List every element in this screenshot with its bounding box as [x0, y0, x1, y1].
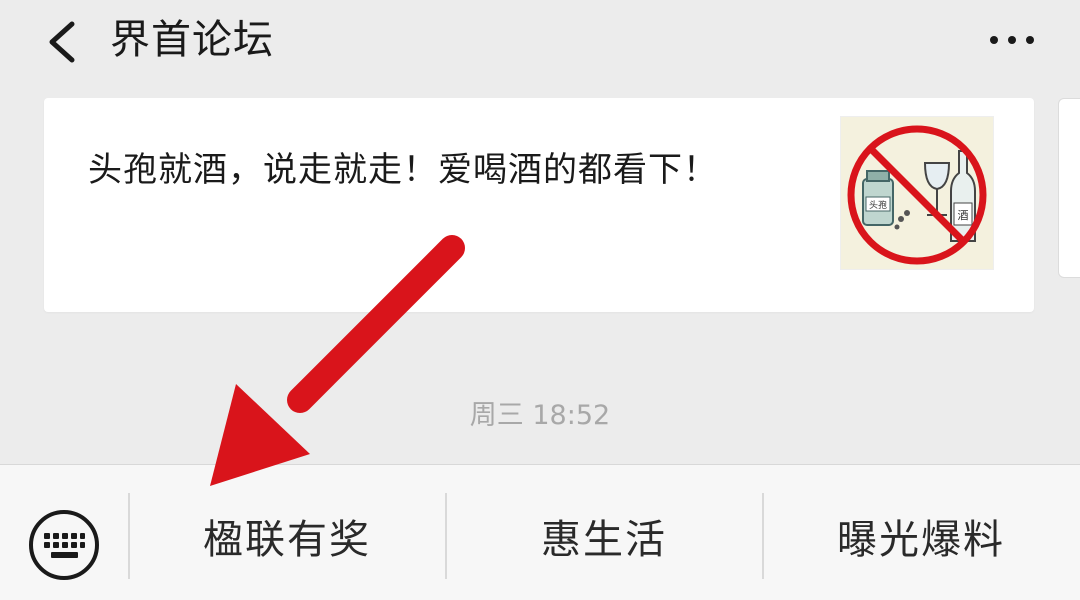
message-timestamp: 周三 18:52 — [469, 400, 611, 431]
keyboard-toggle-button[interactable] — [24, 505, 104, 585]
bottom-menu-bar: 楹联有奖 惠生活 曝光爆料 — [0, 464, 1080, 600]
medicine-label: 头孢 — [869, 199, 887, 211]
menu-item-news-tips[interactable]: 曝光爆料 — [764, 493, 1078, 579]
more-horizontal-icon — [990, 36, 998, 44]
back-button[interactable] — [34, 14, 90, 70]
article-thumbnail: 头孢 酒 — [840, 116, 994, 270]
keyboard-icon — [29, 510, 99, 580]
more-dot — [1026, 36, 1034, 44]
menu-item-life-deals[interactable]: 惠生活 — [447, 493, 761, 579]
more-button[interactable] — [982, 20, 1042, 60]
next-card-edge — [1058, 98, 1080, 278]
article-title: 头孢就酒，说走就走！爱喝酒的都看下！ — [88, 150, 718, 190]
no-alcohol-illustration: 头孢 酒 — [841, 117, 993, 269]
more-dot — [1008, 36, 1016, 44]
chevron-left-icon — [49, 21, 75, 63]
chat-screen: 界首论坛 头孢就酒，说走就走！爱喝酒的都看下！ 头孢 酒 周三 18:52 楹联… — [0, 0, 1080, 600]
menu-item-couplet-prize[interactable]: 楹联有奖 — [130, 493, 444, 579]
top-bar: 界首论坛 — [0, 0, 1080, 84]
article-card[interactable]: 头孢就酒，说走就走！爱喝酒的都看下！ 头孢 酒 — [44, 98, 1034, 312]
bottle-label: 酒 — [958, 209, 969, 222]
page-title: 界首论坛 — [110, 17, 274, 63]
